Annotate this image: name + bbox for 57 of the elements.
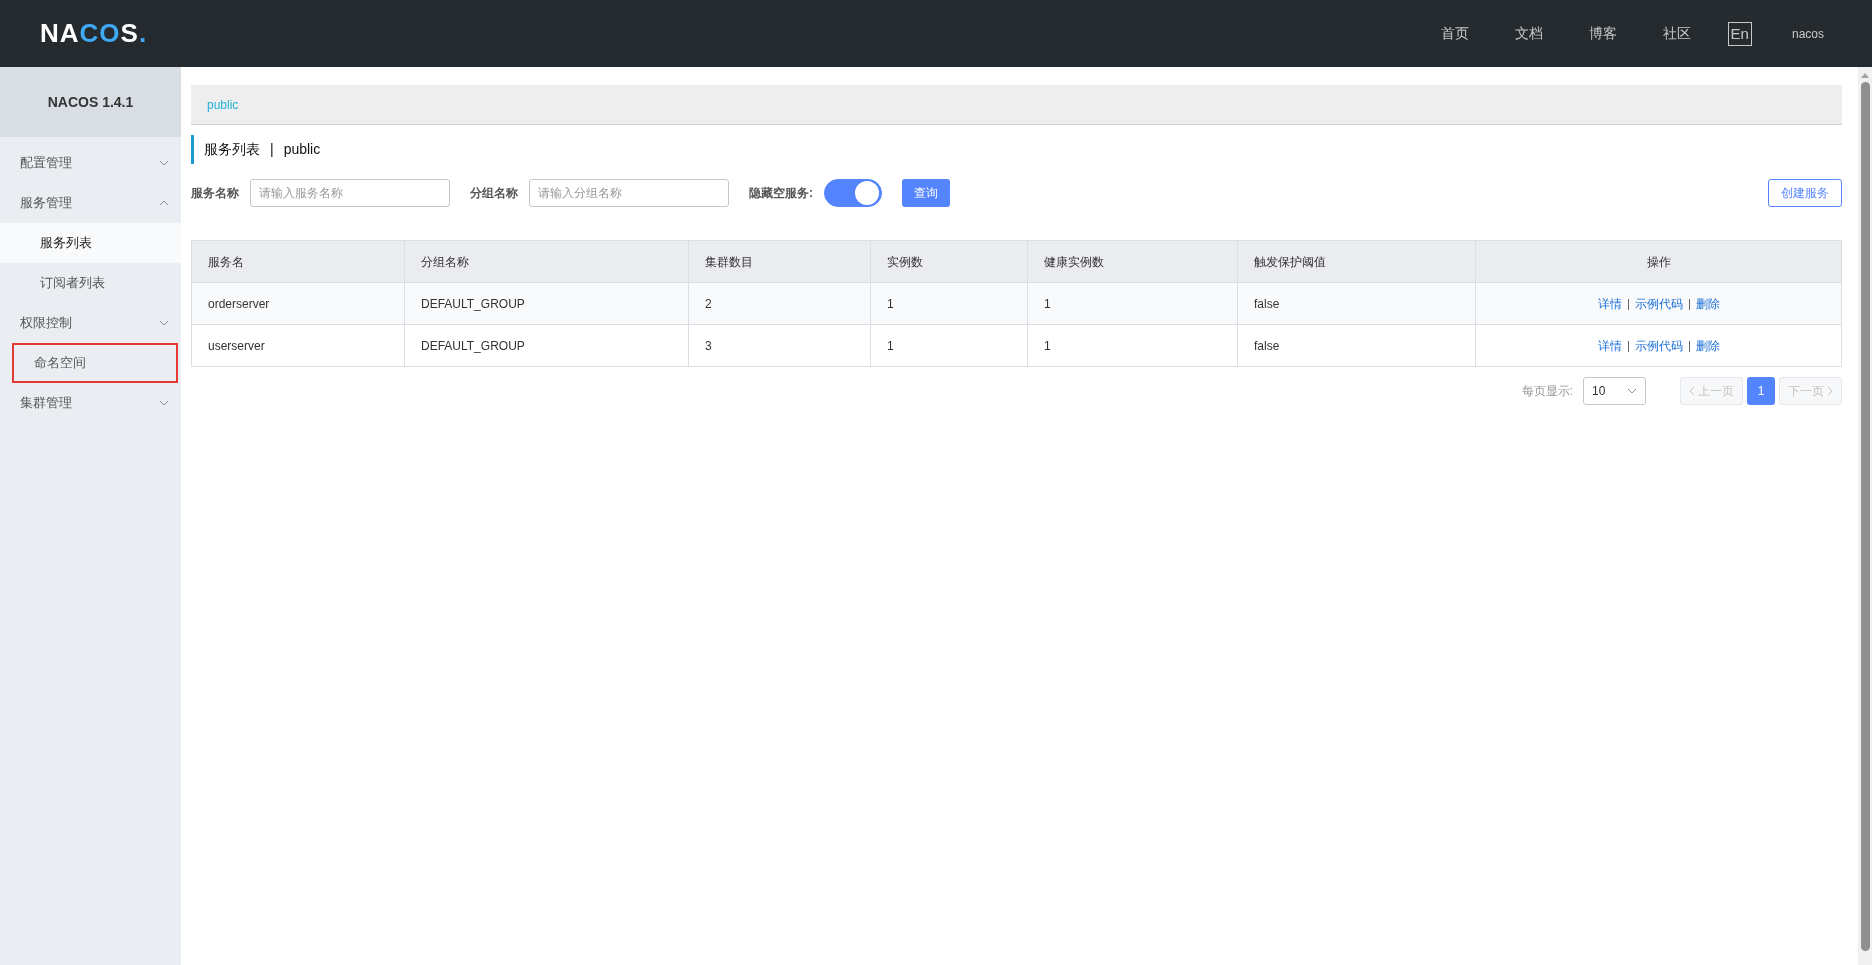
field-label: 分组名称 bbox=[470, 185, 518, 202]
chevron-down-icon bbox=[159, 160, 169, 166]
column-header: 实例数 bbox=[870, 240, 1028, 283]
scrollbar[interactable] bbox=[1858, 67, 1872, 965]
sidebar-item[interactable]: 服务列表 bbox=[0, 223, 181, 263]
table-cell: 1 bbox=[870, 282, 1028, 325]
namespace-name: public bbox=[283, 140, 321, 159]
nav-link[interactable]: 博客 bbox=[1588, 23, 1617, 44]
chevron-down-icon bbox=[159, 400, 169, 406]
table-cell: 3 bbox=[688, 324, 871, 367]
table-cell: 1 bbox=[870, 324, 1028, 367]
title-separator: | bbox=[270, 140, 274, 159]
column-header: 服务名 bbox=[191, 240, 405, 283]
chevron-left-icon bbox=[1689, 386, 1695, 396]
chevron-down-icon bbox=[159, 320, 169, 326]
scroll-up-icon[interactable] bbox=[1861, 73, 1869, 78]
field-label: 服务名称 bbox=[191, 185, 239, 202]
column-header: 集群数目 bbox=[688, 240, 871, 283]
group-name-input[interactable]: 请输入分组名称 bbox=[529, 179, 729, 207]
chevron-down-icon bbox=[1627, 388, 1637, 394]
field-label: 隐藏空服务: bbox=[749, 185, 813, 202]
sidebar-item[interactable]: 命名空间 bbox=[12, 343, 178, 383]
toggle-switch[interactable] bbox=[824, 179, 882, 207]
table-cell: userserver bbox=[191, 324, 405, 367]
action-link[interactable]: 详情 bbox=[1597, 296, 1622, 311]
page-title: 服务列表 bbox=[204, 140, 260, 159]
language-button[interactable]: En bbox=[1727, 21, 1752, 46]
table-cell: 2 bbox=[688, 282, 871, 325]
action-link[interactable]: 删除 bbox=[1695, 296, 1720, 311]
sidebar-title: NACOS 1.4.1 bbox=[47, 92, 134, 112]
column-header: 触发保护阈值 bbox=[1237, 240, 1476, 283]
table-cell: DEFAULT_GROUP bbox=[404, 324, 689, 367]
nav-link[interactable]: 文档 bbox=[1514, 23, 1543, 44]
action-link[interactable]: 删除 bbox=[1695, 338, 1720, 353]
nav-link[interactable]: 社区 bbox=[1662, 23, 1691, 44]
page-size-select[interactable]: 10 bbox=[1583, 377, 1646, 405]
nav-link[interactable]: 首页 bbox=[1440, 23, 1469, 44]
column-header: 分组名称 bbox=[404, 240, 689, 283]
table-cell: false bbox=[1237, 324, 1476, 367]
table-cell: 1 bbox=[1027, 324, 1238, 367]
table-cell: 1 bbox=[1027, 282, 1238, 325]
chevron-right-icon bbox=[1827, 386, 1833, 396]
service-name-input[interactable]: 请输入服务名称 bbox=[250, 179, 450, 207]
table-cell: false bbox=[1237, 282, 1476, 325]
user-name[interactable]: nacos bbox=[1791, 24, 1824, 43]
scrollbar-thumb[interactable] bbox=[1860, 82, 1870, 951]
column-header: 健康实例数 bbox=[1027, 240, 1238, 283]
table-cell: DEFAULT_GROUP bbox=[404, 282, 689, 325]
table-cell: orderserver bbox=[191, 282, 405, 325]
action-link[interactable]: 详情 bbox=[1597, 338, 1622, 353]
action-link[interactable]: 示例代码 bbox=[1634, 338, 1683, 353]
chevron-up-icon bbox=[159, 200, 169, 206]
create-service-button[interactable]: 创建服务 bbox=[1768, 179, 1842, 207]
logo[interactable]: NACOS. bbox=[40, 14, 148, 53]
column-header: 操作 bbox=[1475, 240, 1842, 283]
action-link[interactable]: 示例代码 bbox=[1634, 296, 1683, 311]
page-size-label: 每页显示: bbox=[1521, 383, 1573, 400]
